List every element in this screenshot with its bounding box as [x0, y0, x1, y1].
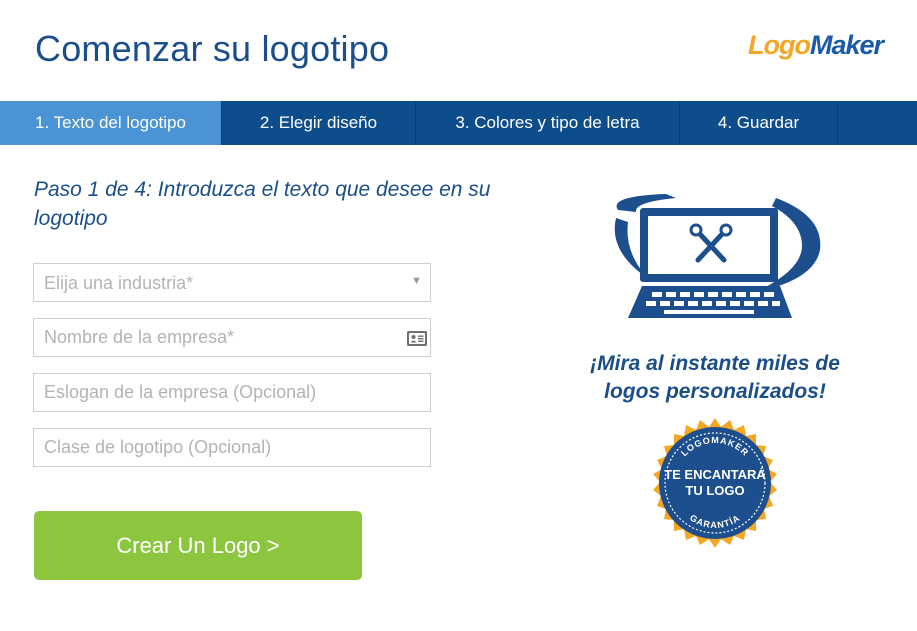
- logo-class-input[interactable]: [34, 429, 430, 466]
- slogan-field-wrapper: [33, 373, 431, 412]
- header: Comenzar su logotipo LogoMaker: [0, 0, 917, 101]
- badge-line-2: TU LOGO: [685, 483, 745, 498]
- logo-text-part1: Logo: [747, 30, 811, 60]
- company-name-input[interactable]: [34, 319, 430, 356]
- tab-colores-y-tipo-de-letra[interactable]: 3. Colores y tipo de letra: [416, 101, 680, 145]
- logomaker-logo[interactable]: LogoMaker: [747, 30, 884, 61]
- industry-select[interactable]: Elija una industria*: [34, 264, 430, 301]
- company-name-field-wrapper: [33, 318, 431, 357]
- tab-guardar[interactable]: 4. Guardar: [680, 101, 838, 145]
- step-tabs: 1. Texto del logotipo 2. Elegir diseño 3…: [0, 101, 917, 145]
- industry-select-wrapper: Elija una industria* ▼: [33, 263, 431, 302]
- computer-tools-icon: [606, 188, 826, 327]
- page-title: Comenzar su logotipo: [35, 28, 390, 69]
- badge-label: TE ENCANTARÁ TU LOGO: [648, 467, 782, 499]
- slogan-input[interactable]: [34, 374, 430, 411]
- tab-elegir-diseno[interactable]: 2. Elegir diseño: [222, 101, 416, 145]
- id-card-icon: [406, 330, 428, 352]
- create-logo-button[interactable]: Crear Un Logo >: [34, 511, 362, 580]
- logo-class-field-wrapper: [33, 428, 431, 467]
- badge-line-1: TE ENCANTARÁ: [664, 467, 766, 482]
- promo-headline: ¡Mira al instante miles de logos persona…: [590, 352, 840, 403]
- logo-text-part2: Maker: [809, 30, 884, 60]
- step-title: Paso 1 de 4: Introduzca el texto que des…: [34, 178, 491, 230]
- tab-texto-del-logotipo[interactable]: 1. Texto del logotipo: [0, 101, 222, 145]
